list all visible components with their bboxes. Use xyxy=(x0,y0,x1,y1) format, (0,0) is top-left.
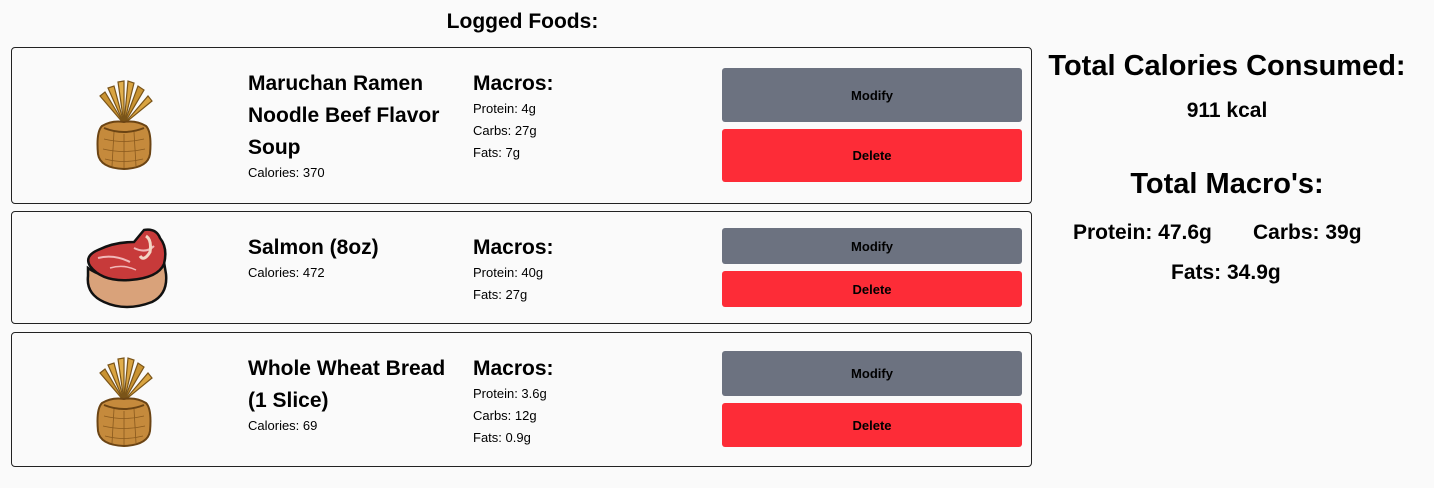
food-macros: Macros: Protein: 3.6g Carbs: 12g Fats: 0… xyxy=(473,355,673,449)
food-card: Maruchan Ramen Noodle Beef Flavor Soup C… xyxy=(11,47,1032,204)
food-name: Maruchan Ramen Noodle Beef Flavor Soup xyxy=(248,72,440,159)
food-calories: Calories: 69 xyxy=(248,418,318,433)
delete-button[interactable]: Delete xyxy=(722,129,1022,182)
macro-protein: Protein: 3.6g xyxy=(473,386,547,401)
food-macros: Macros: Protein: 40g Fats: 27g xyxy=(473,234,673,306)
wheat-sack-icon xyxy=(74,74,174,174)
modify-button[interactable]: Modify xyxy=(722,228,1022,264)
food-info: Maruchan Ramen Noodle Beef Flavor Soup C… xyxy=(248,68,458,182)
food-log-page: Logged Foods: Maruchan Ramen Noodle Beef… xyxy=(0,0,1434,488)
food-macros: Macros: Protein: 4g Carbs: 27g Fats: 7g xyxy=(473,70,673,164)
macro-protein: Protein: 4g xyxy=(473,101,536,116)
total-fats: Fats: 34.9g xyxy=(1171,261,1281,284)
steak-icon xyxy=(74,218,174,318)
modify-button[interactable]: Modify xyxy=(722,351,1022,396)
food-name: Whole Wheat Bread (1 Slice) xyxy=(248,357,446,412)
macros-title: Macros: xyxy=(473,72,554,95)
total-macros-title: Total Macro's: xyxy=(1130,168,1324,200)
modify-button[interactable]: Modify xyxy=(722,68,1022,122)
food-info: Salmon (8oz) Calories: 472 xyxy=(248,232,458,282)
macro-fats: Fats: 7g xyxy=(473,145,520,160)
food-card: Whole Wheat Bread (1 Slice) Calories: 69… xyxy=(11,332,1032,467)
total-carbs: Carbs: 39g xyxy=(1253,221,1362,244)
macro-carbs: Carbs: 12g xyxy=(473,408,537,423)
delete-button[interactable]: Delete xyxy=(722,271,1022,307)
total-calories-value: 911 kcal xyxy=(1186,99,1268,122)
macro-fats: Fats: 27g xyxy=(473,287,528,302)
macro-carbs: Carbs: 27g xyxy=(473,123,537,138)
macro-fats: Fats: 0.9g xyxy=(473,430,531,445)
macro-protein: Protein: 40g xyxy=(473,265,544,280)
logged-foods-title: Logged Foods: xyxy=(446,10,599,33)
food-calories: Calories: 370 xyxy=(248,165,325,180)
total-protein: Protein: 47.6g xyxy=(1073,221,1212,244)
delete-button[interactable]: Delete xyxy=(722,403,1022,447)
food-name: Salmon (8oz) xyxy=(248,236,379,259)
food-info: Whole Wheat Bread (1 Slice) Calories: 69 xyxy=(248,353,458,435)
food-calories: Calories: 472 xyxy=(248,265,325,280)
macros-title: Macros: xyxy=(473,357,554,380)
macros-title: Macros: xyxy=(473,236,554,259)
food-card: Salmon (8oz) Calories: 472 Macros: Prote… xyxy=(11,211,1032,324)
wheat-sack-icon xyxy=(74,351,174,451)
total-calories-title: Total Calories Consumed: xyxy=(1048,50,1406,82)
